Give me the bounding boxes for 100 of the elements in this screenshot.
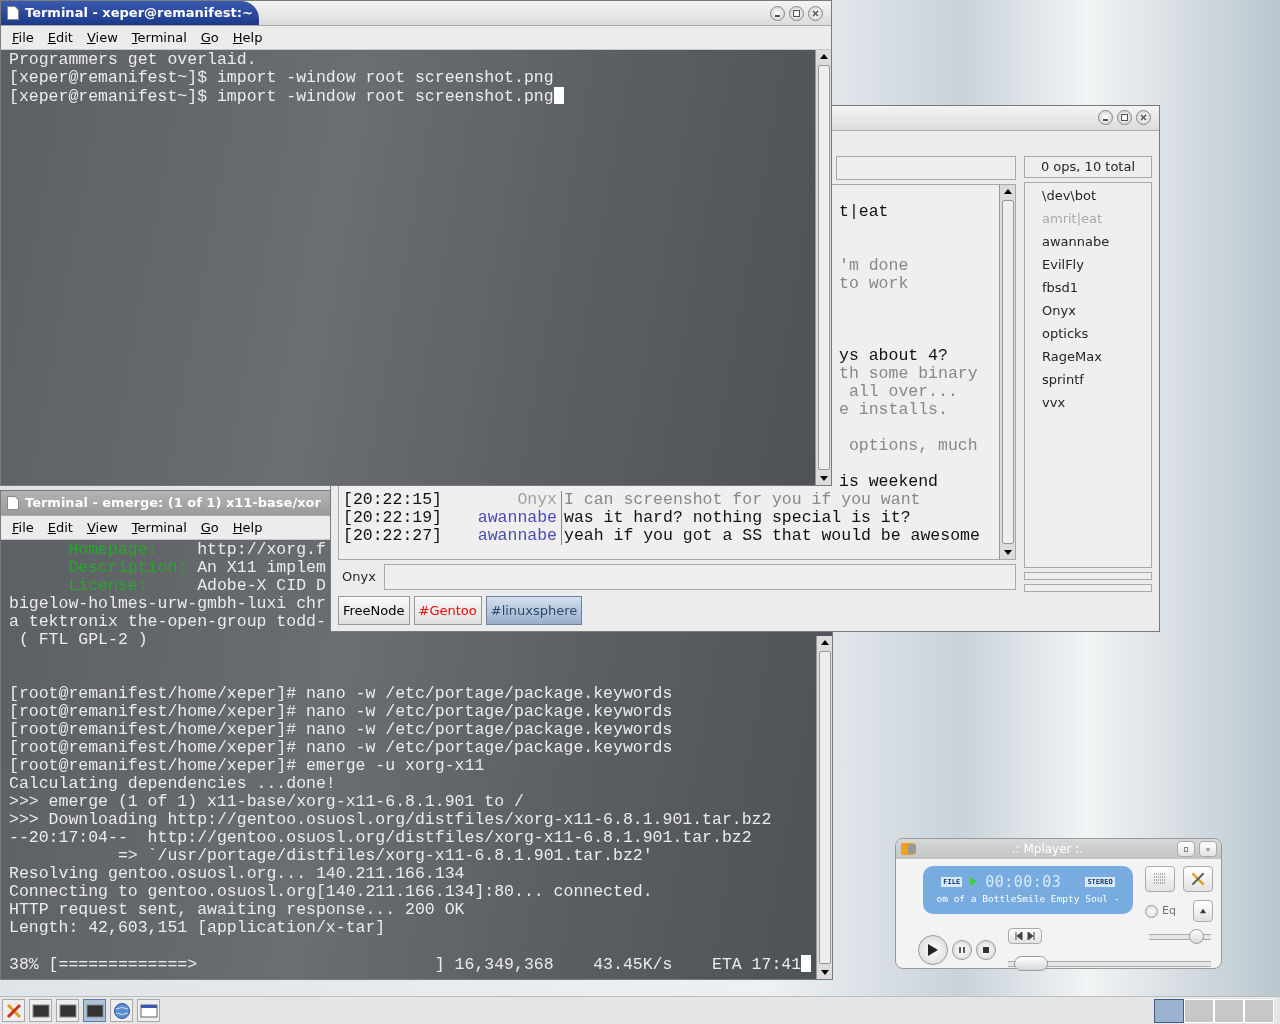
tools-icon <box>4 1001 23 1020</box>
terminal-line: HTTP request sent, awaiting response... 200 OK <box>9 900 465 919</box>
window-title: .: Mplayer :. <box>1010 841 1085 858</box>
terminal-line: [root@remanifest/home/xeper]# emerge -u xorg-x11 <box>9 756 485 775</box>
skip-buttons[interactable] <box>1008 928 1042 944</box>
field-value: http://xorg.f <box>197 540 326 559</box>
chat-message: yeah if you got a SS that would be awesome <box>563 526 980 545</box>
terminal-line: --20:17:04-- http://gentoo.osuosl.org/distfiles/xorg-x11-6.8.1.901.tar.bz2 <box>9 828 752 847</box>
taskbar-button[interactable] <box>110 999 133 1022</box>
taskbar-button[interactable] <box>29 999 52 1022</box>
message-input[interactable] <box>383 563 1016 590</box>
maximize-button[interactable] <box>1117 110 1132 126</box>
chat-message: e installs. <box>839 400 948 419</box>
terminal-line: [root@remanifest/home/xeper]# nano -w /etc/portage/package.keywords <box>9 738 673 757</box>
user-item[interactable]: fbsd1 <box>1042 275 1151 299</box>
close-button[interactable] <box>1136 110 1151 126</box>
skip-icon <box>1015 932 1035 940</box>
maximize-icon <box>793 9 800 17</box>
terminal-line: [root@remanifest/home/xeper]# nano -w /etc/portage/package.keywords <box>9 684 673 703</box>
terminal-line: 38% [=============> ] 16,349,368 43.45K/s ETA 17:41 <box>9 955 802 974</box>
terminal-line: [xeper@remanifest~]$ import -window root screenshot.png <box>9 87 554 106</box>
time-display: 00:00:03 <box>985 873 1062 890</box>
menu-item[interactable]: Go <box>193 517 226 538</box>
preferences-button[interactable] <box>1183 866 1213 892</box>
song-title: om of a BottleSmile Empty Soul - <box>936 891 1120 906</box>
nick-label: Onyx <box>341 567 377 586</box>
field-label: Homepage: <box>67 541 159 559</box>
terminal-icon <box>58 1001 77 1020</box>
menu-item[interactable]: Terminal <box>124 517 194 538</box>
window-icon <box>7 496 19 510</box>
close-button[interactable] <box>808 5 823 21</box>
menu-item[interactable]: Edit <box>40 517 80 538</box>
taskbar-button[interactable] <box>56 999 79 1022</box>
timestamp: [20:22:19] <box>342 508 437 527</box>
user-item[interactable]: opticks <box>1042 321 1151 345</box>
user-item[interactable]: RageMax <box>1042 344 1151 368</box>
maximize-button[interactable] <box>789 5 804 21</box>
menu-item[interactable]: File <box>5 27 41 48</box>
scrollbar-thumb[interactable] <box>818 651 831 964</box>
terminal-line: Resolving gentoo.osuosl.org... 140.211.166.134 <box>9 864 465 883</box>
user-count: 0 ops, 10 total <box>1024 155 1152 178</box>
chat-message: was it hard? nothing special is it? <box>563 508 911 527</box>
terminal-line: >>> emerge (1 of 1) x11-base/xorg-x11-6.8.1.901 to / <box>9 792 524 811</box>
scrollbar[interactable] <box>816 636 832 979</box>
play-icon <box>928 943 938 956</box>
terminal-line: Connecting to gentoo.osuosl.org[140.211.166.134]:80... connected. <box>9 882 653 901</box>
menu-item[interactable]: Help <box>225 517 270 538</box>
workspace-button[interactable] <box>1154 998 1184 1023</box>
play-state-icon <box>970 877 978 887</box>
close-icon <box>1140 114 1147 122</box>
taskbar-button[interactable] <box>137 999 160 1022</box>
terminal-line: Calculating dependencies ...done! <box>9 774 336 793</box>
user-item[interactable]: sprintf <box>1042 367 1151 391</box>
terminal-line: ( FTL GPL-2 ) <box>17 630 148 649</box>
user-item[interactable]: EvilFly <box>1042 252 1151 276</box>
user-item[interactable]: vvx <box>1042 390 1151 414</box>
list-icon <box>1153 872 1167 886</box>
field-value: An X11 implem <box>197 558 326 577</box>
scrollbar[interactable] <box>999 184 1015 559</box>
chat-message: to work <box>839 274 909 293</box>
timestamp: [20:22:15] <box>342 490 437 509</box>
chat-message: 'm done <box>839 256 909 275</box>
scrollbar-thumb[interactable] <box>1001 199 1014 544</box>
maximize-button[interactable] <box>1177 841 1195 857</box>
channel-tab[interactable]: #linuxsphere <box>485 595 583 625</box>
user-item[interactable]: Onyx <box>1042 298 1151 322</box>
menu-item[interactable]: Terminal <box>124 27 194 48</box>
pause-button[interactable] <box>952 939 972 960</box>
taskbar-button[interactable] <box>83 999 106 1022</box>
topic-field[interactable] <box>836 155 1016 180</box>
menu-item[interactable]: File <box>5 517 41 538</box>
app-icon <box>900 841 918 857</box>
minimize-button[interactable] <box>770 5 785 21</box>
pause-icon <box>959 946 965 953</box>
expand-button[interactable] <box>1193 900 1213 922</box>
field-label: Description: <box>67 559 189 577</box>
stop-button[interactable] <box>976 939 996 960</box>
menu-item[interactable]: Edit <box>40 27 80 48</box>
play-button[interactable] <box>918 934 948 965</box>
seek-thumb[interactable] <box>1014 956 1049 971</box>
channel-tab[interactable]: FreeNode <box>338 595 410 625</box>
user-item[interactable]: \dev\bot <box>1042 183 1151 207</box>
terminal-line: [xeper@remanifest~]$ import -window root screenshot.png <box>9 68 554 87</box>
close-icon <box>812 9 819 17</box>
chat-message: options, much <box>847 436 978 455</box>
up-arrow-icon <box>1200 908 1206 914</box>
menu-item[interactable]: View <box>79 517 125 538</box>
menu-item[interactable]: Go <box>193 27 226 48</box>
terminal-line: => `/usr/portage/distfiles/xorg-x11-6.8.1.901.tar.bz2' <box>116 846 653 865</box>
minimize-button[interactable] <box>1098 110 1113 126</box>
window-icon <box>7 6 19 20</box>
menu-item[interactable]: Help <box>225 27 270 48</box>
scrollbar[interactable] <box>815 50 831 485</box>
user-item[interactable]: awannabe <box>1042 229 1151 253</box>
scrollbar-thumb[interactable] <box>817 65 830 470</box>
window-title: Terminal - emerge: (1 of 1) x11-base/xor <box>25 494 321 513</box>
volume-thumb[interactable] <box>1189 928 1205 944</box>
eq-radio[interactable] <box>1145 904 1158 918</box>
terminal-icon <box>85 1001 104 1020</box>
menu-item[interactable]: View <box>79 27 125 48</box>
